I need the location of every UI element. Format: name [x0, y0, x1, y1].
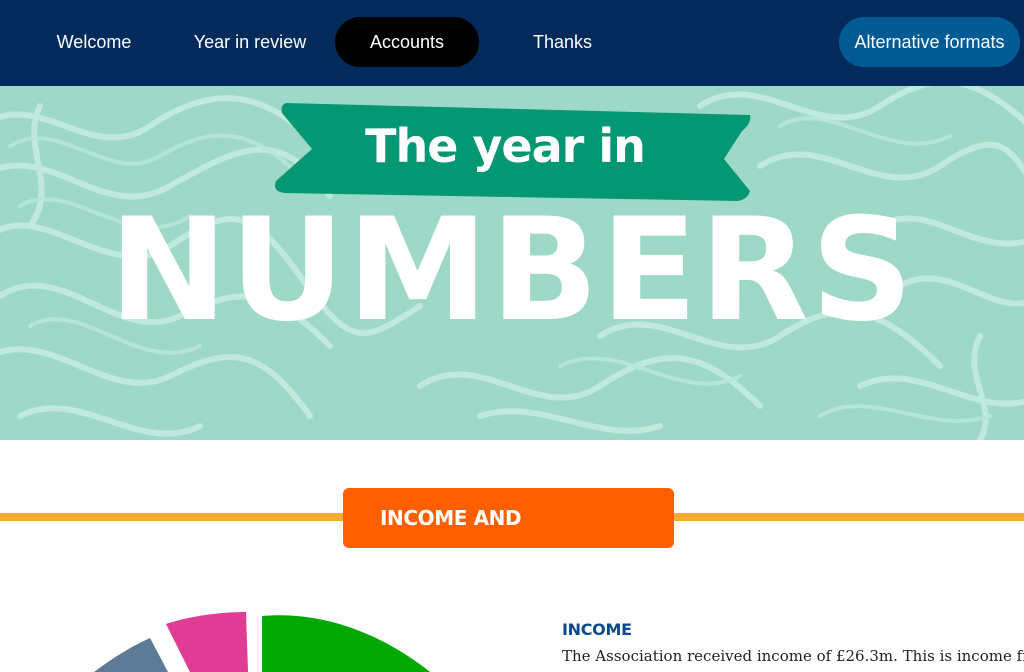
nav-item-accounts[interactable]: Accounts: [335, 17, 479, 67]
hero-title: NUMBERS: [108, 188, 916, 353]
hero-banner: The year in NUMBERS: [0, 86, 1024, 440]
income-description: The Association received income of £26.3…: [562, 647, 1024, 665]
pie-slice-pink: [166, 612, 248, 672]
section-heading: INCOME AND EXPENDITURE: [343, 488, 674, 590]
pie-slice-green: [262, 615, 430, 672]
nav-item-welcome[interactable]: Welcome: [45, 17, 143, 67]
pie-slice-slate: [94, 638, 168, 672]
income-pie-chart: [94, 612, 430, 672]
nav-item-thanks[interactable]: Thanks: [515, 17, 610, 67]
income-heading: INCOME: [562, 620, 632, 639]
top-navigation: Welcome Year in review Accounts Thanks A…: [0, 0, 1024, 86]
alternative-formats-button[interactable]: Alternative formats: [839, 17, 1020, 67]
nav-item-year-in-review[interactable]: Year in review: [180, 17, 320, 67]
hero-subtitle: The year in: [365, 119, 646, 173]
